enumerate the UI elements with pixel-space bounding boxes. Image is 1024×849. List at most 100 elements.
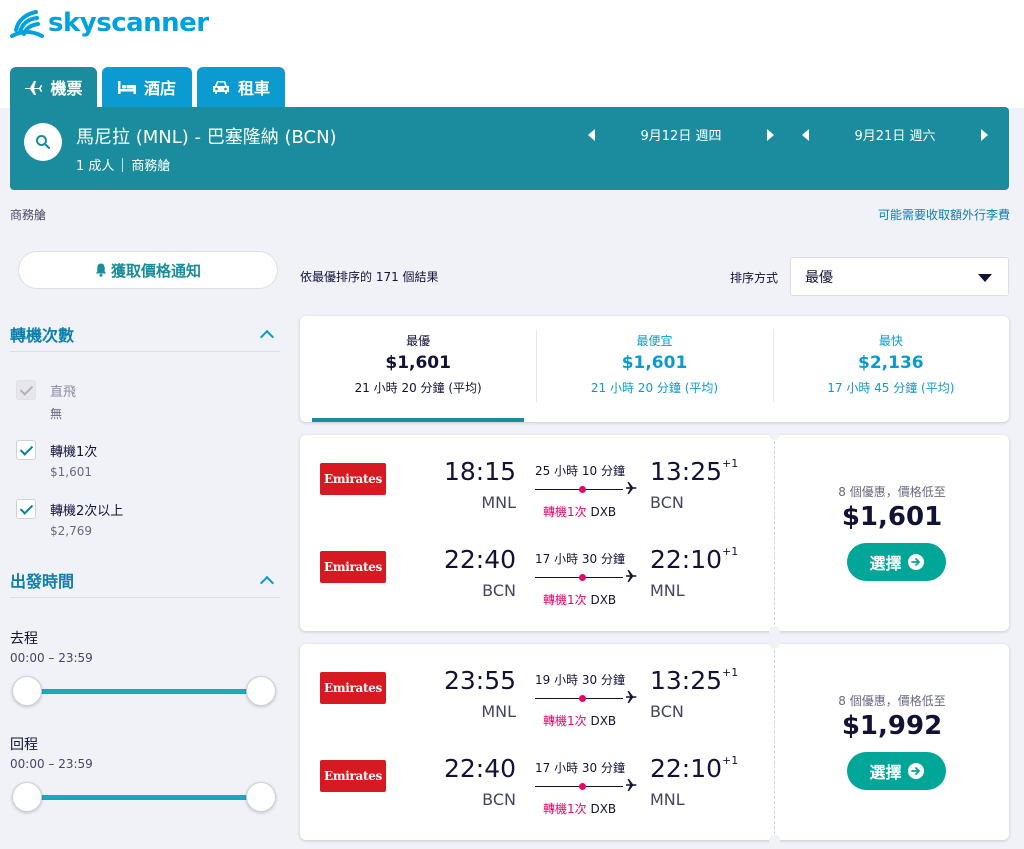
- flight-duration: 19 小時 30 分鐘: [535, 673, 625, 687]
- arrival-time: 22:10+1: [650, 545, 738, 574]
- plane-icon: [626, 779, 637, 791]
- tab-fastest[interactable]: 最快 $2,136 17 小時 45 分鐘 (平均): [772, 316, 1009, 422]
- result-card[interactable]: Emirates 18:15 MNL 25 小時 10 分鐘 轉機1次 DXB …: [300, 429, 1009, 637]
- direct-checkbox[interactable]: [16, 380, 36, 400]
- return-leg: Emirates 22:40 BCN 17 小時 30 分鐘 轉機1次 DXB …: [300, 732, 774, 820]
- flight-duration: 17 小時 30 分鐘: [535, 552, 625, 566]
- day-offset: +1: [722, 456, 739, 470]
- sort-dropdown[interactable]: 最優: [790, 257, 1009, 296]
- tab-hotels[interactable]: 酒店: [102, 67, 192, 107]
- outbound-time-slider[interactable]: [10, 676, 278, 706]
- stopover-airport: DXB: [590, 714, 617, 728]
- two-plus-stops-checkbox[interactable]: [16, 499, 36, 519]
- times-filter-header[interactable]: 出發時間: [10, 568, 280, 598]
- plane-icon: [25, 81, 43, 95]
- stop-dot: [579, 574, 586, 581]
- prev-depart-date-arrow-icon[interactable]: [588, 128, 595, 141]
- stops-count: 轉機1次: [543, 505, 587, 519]
- chevron-up-icon[interactable]: [259, 575, 275, 590]
- tab-best[interactable]: 最優 $1,601 21 小時 20 分鐘 (平均): [300, 316, 536, 422]
- route-text: 馬尼拉 (MNL) - 巴塞隆納 (BCN): [76, 127, 337, 148]
- departure-airport: MNL: [481, 493, 516, 512]
- product-tabs: 機票 酒店 租車: [10, 67, 285, 107]
- stops-info: 轉機1次 DXB: [543, 800, 616, 817]
- baggage-fees-link[interactable]: 可能需要收取額外行李費: [878, 206, 1010, 223]
- tab-best-title: 最優: [406, 334, 431, 348]
- cabin-class-label: 商務艙: [10, 208, 47, 222]
- stops-count: 轉機1次: [543, 593, 587, 607]
- result-card[interactable]: Emirates 23:55 MNL 19 小時 30 分鐘 轉機1次 DXB …: [300, 638, 1009, 846]
- outbound-time-range: 00:00 – 23:59: [10, 651, 93, 665]
- slider-track: [26, 689, 262, 694]
- price: $1,601: [841, 502, 943, 532]
- departure-time: 23:55: [443, 666, 516, 695]
- route-line: [535, 486, 623, 493]
- route-line: [535, 783, 623, 790]
- return-max-handle[interactable]: [246, 782, 276, 812]
- next-depart-date-arrow-icon[interactable]: [767, 128, 774, 141]
- next-return-date-arrow-icon[interactable]: [981, 128, 988, 141]
- prev-return-date-arrow-icon[interactable]: [802, 128, 809, 141]
- sort-tabs: 最優 $1,601 21 小時 20 分鐘 (平均) 最便宜 $1,601 21…: [300, 316, 1009, 422]
- tab-car-hire-label: 租車: [237, 79, 270, 98]
- flight-duration: 17 小時 30 分鐘: [535, 761, 625, 775]
- arrival-time: 13:25+1: [650, 457, 738, 486]
- arrival-time: 13:25+1: [650, 666, 738, 695]
- stops-filter-header[interactable]: 轉機次數: [10, 322, 280, 352]
- stops-count: 轉機1次: [543, 802, 587, 816]
- select-label: 選擇: [869, 554, 902, 573]
- direct-label: 直飛: [50, 385, 77, 400]
- outbound-min-handle[interactable]: [12, 676, 42, 706]
- skyscanner-logo[interactable]: skyscanner: [10, 6, 209, 40]
- cabin-text: 商務艙: [131, 159, 171, 174]
- search-icon: [36, 135, 51, 150]
- departure-airport: BCN: [482, 581, 516, 600]
- stopover-airport: DXB: [590, 802, 617, 816]
- chevron-up-icon[interactable]: [259, 329, 275, 344]
- search-summary-bar[interactable]: 馬尼拉 (MNL) - 巴塞隆納 (BCN) 1 成人 商務艙 9月12日 週四…: [10, 107, 1009, 190]
- outbound-max-handle[interactable]: [246, 676, 276, 706]
- arrow-right-icon: [907, 763, 924, 779]
- edit-search-button[interactable]: [24, 123, 62, 161]
- airline-logo: Emirates: [320, 760, 386, 792]
- two-plus-stops-label: 轉機2次以上: [50, 504, 124, 519]
- outbound-leg: Emirates 23:55 MNL 19 小時 30 分鐘 轉機1次 DXB …: [300, 644, 774, 732]
- select-button[interactable]: 選擇: [847, 543, 946, 581]
- tab-fastest-title: 最快: [878, 334, 903, 348]
- flight-duration: 25 小時 10 分鐘: [535, 464, 625, 478]
- depart-date[interactable]: 9月12日 週四: [595, 125, 767, 144]
- tab-cheapest[interactable]: 最便宜 $1,601 21 小時 20 分鐘 (平均): [536, 316, 772, 422]
- price-alert-button[interactable]: 獲取價格通知: [18, 251, 278, 289]
- arrival-time-value: 22:10: [650, 545, 723, 574]
- stops-info: 轉機1次 DXB: [543, 712, 616, 729]
- stopover-airport: DXB: [590, 593, 617, 607]
- tab-flights[interactable]: 機票: [10, 67, 97, 107]
- deals-text: 8 個優惠，價格低至: [838, 694, 946, 708]
- tab-flights-label: 機票: [50, 79, 83, 98]
- departure-airport: BCN: [482, 790, 516, 809]
- bed-icon: [117, 81, 136, 94]
- return-min-handle[interactable]: [12, 782, 42, 812]
- slider-track: [26, 795, 262, 800]
- one-stop-label: 轉機1次: [50, 445, 98, 460]
- tab-cheapest-title: 最便宜: [636, 334, 673, 348]
- outbound-leg: Emirates 18:15 MNL 25 小時 10 分鐘 轉機1次 DXB …: [300, 435, 774, 523]
- arrival-airport: MNL: [650, 581, 685, 600]
- sort-value: 最優: [805, 269, 833, 286]
- one-stop-checkbox[interactable]: [16, 440, 36, 460]
- passengers-text: 1 成人: [76, 159, 115, 174]
- tab-car-hire[interactable]: 租車: [197, 67, 285, 107]
- direct-price: 無: [50, 407, 63, 421]
- departure-time: 18:15: [443, 457, 516, 486]
- return-date[interactable]: 9月21日 週六: [809, 125, 981, 144]
- tab-cheapest-price: $1,601: [621, 353, 688, 373]
- route-line: [535, 574, 623, 581]
- departure-time: 22:40: [443, 545, 516, 574]
- stops-count: 轉機1次: [543, 714, 587, 728]
- sort-label: 排序方式: [730, 271, 779, 285]
- select-button[interactable]: 選擇: [847, 752, 946, 790]
- return-time-slider[interactable]: [10, 782, 278, 812]
- arrival-time-value: 13:25: [650, 666, 723, 695]
- tab-best-duration: 21 小時 20 分鐘 (平均): [354, 381, 482, 395]
- results-count: 依最優排序的 171 個結果: [300, 270, 439, 284]
